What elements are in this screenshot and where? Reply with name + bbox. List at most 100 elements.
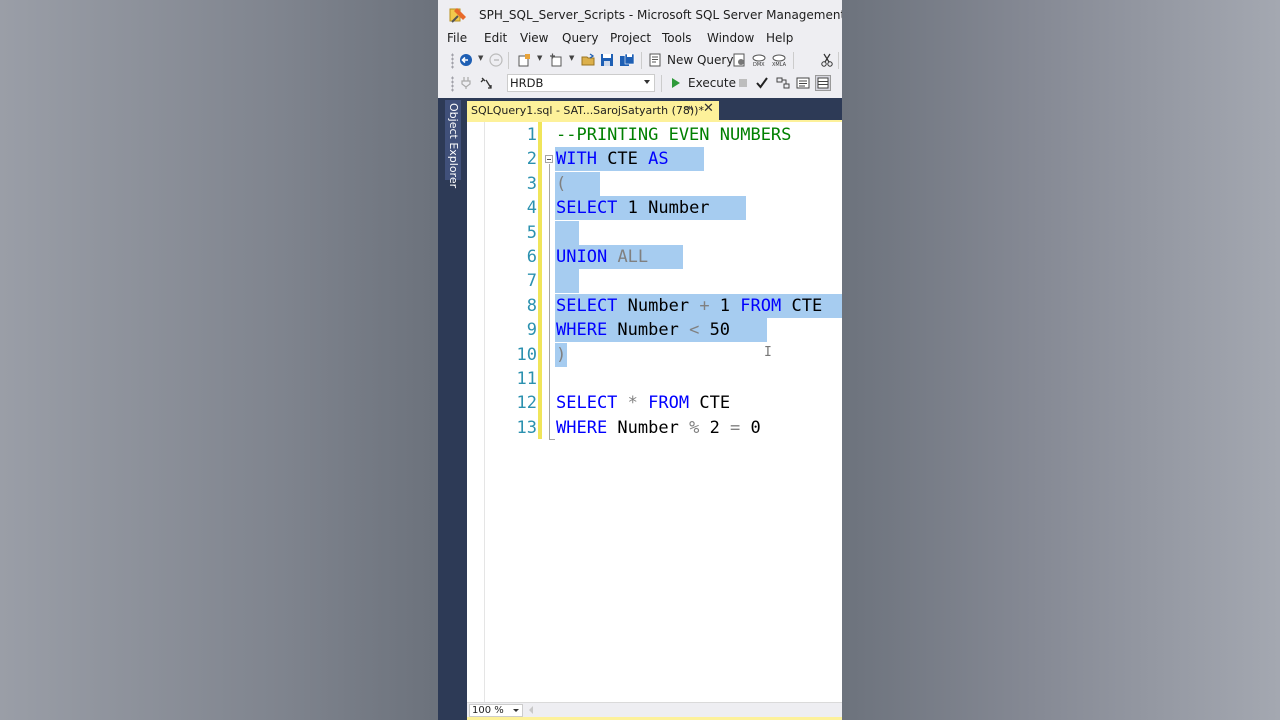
- outline-guide-end: [549, 439, 555, 440]
- code-line[interactable]: ): [556, 343, 566, 367]
- ssms-app-icon: [449, 8, 466, 23]
- line-number: 1: [526, 125, 537, 145]
- toolbar-separator: [508, 52, 509, 69]
- estimated-plan-icon[interactable]: [775, 75, 791, 91]
- results-to-grid-icon[interactable]: [815, 75, 831, 91]
- menu-help[interactable]: Help: [766, 31, 793, 45]
- zoom-select[interactable]: 100 %: [469, 704, 523, 717]
- selection-margin: [467, 122, 485, 702]
- menu-edit[interactable]: Edit: [484, 31, 507, 45]
- code-token: CTE: [781, 296, 823, 316]
- code-line[interactable]: SELECT * FROM CTE: [556, 391, 730, 415]
- collapse-icon[interactable]: [545, 155, 553, 163]
- object-explorer-strip: [438, 98, 467, 720]
- object-explorer-label[interactable]: Object Explorer: [447, 103, 460, 188]
- dmx-query-icon[interactable]: DMX: [751, 52, 767, 68]
- code-line[interactable]: WITH CTE AS: [556, 147, 669, 171]
- chevron-down-icon: [644, 80, 650, 84]
- code-line[interactable]: --PRINTING EVEN NUMBERS: [556, 123, 791, 147]
- parse-icon[interactable]: [754, 75, 770, 91]
- code-token: WHERE: [556, 418, 608, 438]
- add-item-dropdown-icon[interactable]: ▼: [569, 54, 574, 62]
- connect-icon[interactable]: [458, 75, 474, 91]
- code-token: 1: [709, 296, 741, 316]
- outline-guide: [549, 164, 550, 439]
- code-line[interactable]: UNION ALL: [556, 245, 648, 269]
- code-token: *: [627, 393, 638, 413]
- window-title: SPH_SQL_Server_Scripts - Microsoft SQL S…: [479, 8, 842, 22]
- cut-icon[interactable]: [819, 52, 835, 68]
- line-number: 9: [526, 320, 537, 340]
- code-line[interactable]: SELECT 1 Number: [556, 196, 710, 220]
- menu-project[interactable]: Project: [610, 31, 651, 45]
- pin-icon[interactable]: ⇥: [684, 103, 692, 114]
- menu-view[interactable]: View: [520, 31, 548, 45]
- mdx-query-icon[interactable]: [731, 52, 747, 68]
- code-token: ALL: [617, 247, 649, 267]
- new-query-icon[interactable]: [647, 52, 663, 68]
- execute-icon[interactable]: [668, 75, 684, 91]
- new-query-button[interactable]: New Query: [667, 53, 733, 67]
- back-dropdown-icon[interactable]: ▼: [478, 54, 483, 62]
- zoom-value: 100 %: [472, 705, 504, 716]
- code-line[interactable]: SELECT Number + 1 FROM CTE: [556, 294, 822, 318]
- code-token: %: [689, 418, 700, 438]
- code-token: =: [730, 418, 741, 438]
- save-icon[interactable]: [599, 52, 615, 68]
- code-token: WITH: [556, 149, 597, 169]
- scroll-left-icon[interactable]: [529, 706, 533, 714]
- line-number: 7: [526, 271, 537, 291]
- code-token: FROM: [648, 393, 690, 413]
- menu-file[interactable]: File: [447, 31, 467, 45]
- add-item-icon[interactable]: [548, 52, 564, 68]
- selection-highlight: [555, 269, 579, 293]
- forward-icon[interactable]: [488, 52, 504, 68]
- toolbar-separator: [793, 52, 794, 69]
- close-icon[interactable]: ✕: [703, 101, 714, 116]
- svg-text:DMX: DMX: [753, 62, 765, 67]
- code-line[interactable]: WHERE Number % 2 = 0: [556, 416, 761, 440]
- execute-button[interactable]: Execute: [688, 76, 736, 90]
- code-token: ): [556, 345, 567, 365]
- toolbar-grip[interactable]: [451, 53, 454, 69]
- chevron-down-icon: [513, 709, 519, 712]
- new-project-icon[interactable]: [516, 52, 532, 68]
- code-token: --PRINTING EVEN NUMBERS: [556, 125, 792, 145]
- results-to-text-icon[interactable]: [795, 75, 811, 91]
- open-file-icon[interactable]: [580, 52, 596, 68]
- new-project-dropdown-icon[interactable]: ▼: [537, 54, 542, 62]
- code-token: 0: [740, 418, 761, 438]
- menu-query[interactable]: Query: [562, 31, 598, 45]
- code-token: Number: [607, 418, 690, 438]
- code-token: SELECT: [556, 198, 618, 218]
- change-connection-icon[interactable]: [478, 75, 494, 91]
- line-number: 3: [526, 174, 537, 194]
- code-token: +: [699, 296, 710, 316]
- menu-tools[interactable]: Tools: [662, 31, 692, 45]
- back-icon[interactable]: [458, 52, 474, 68]
- save-all-icon[interactable]: [619, 52, 635, 68]
- xmla-query-icon[interactable]: XMLA: [771, 52, 787, 68]
- code-token: <: [689, 320, 700, 340]
- line-number: 11: [516, 369, 537, 389]
- toolbar-separator: [838, 52, 839, 69]
- stop-icon[interactable]: [735, 75, 751, 91]
- query-editor[interactable]: 1 --PRINTING EVEN NUMBERS 2 WITH CTE AS 3(4 S…: [467, 120, 842, 702]
- database-select[interactable]: HRDB: [507, 74, 655, 92]
- sql-editor-toolbar: HRDB Execute: [438, 72, 842, 95]
- code-token: Number: [617, 296, 700, 316]
- code-line[interactable]: WHERE Number < 50: [556, 318, 730, 342]
- code-token: FROM: [740, 296, 782, 316]
- tab-sqlquery1[interactable]: SQLQuery1.sql - SAT...SarojSatyarth (78)…: [467, 101, 719, 120]
- menu-window[interactable]: Window: [707, 31, 754, 45]
- code-token: AS: [648, 149, 669, 169]
- code-token: 2: [699, 418, 731, 438]
- code-token: CTE: [596, 149, 649, 169]
- toolbar-grip[interactable]: [451, 76, 454, 92]
- line-number: 5: [526, 223, 537, 243]
- ssms-window: SPH_SQL_Server_Scripts - Microsoft SQL S…: [438, 0, 842, 720]
- code-line[interactable]: (: [556, 172, 566, 196]
- title-bar: SPH_SQL_Server_Scripts - Microsoft SQL S…: [438, 0, 842, 30]
